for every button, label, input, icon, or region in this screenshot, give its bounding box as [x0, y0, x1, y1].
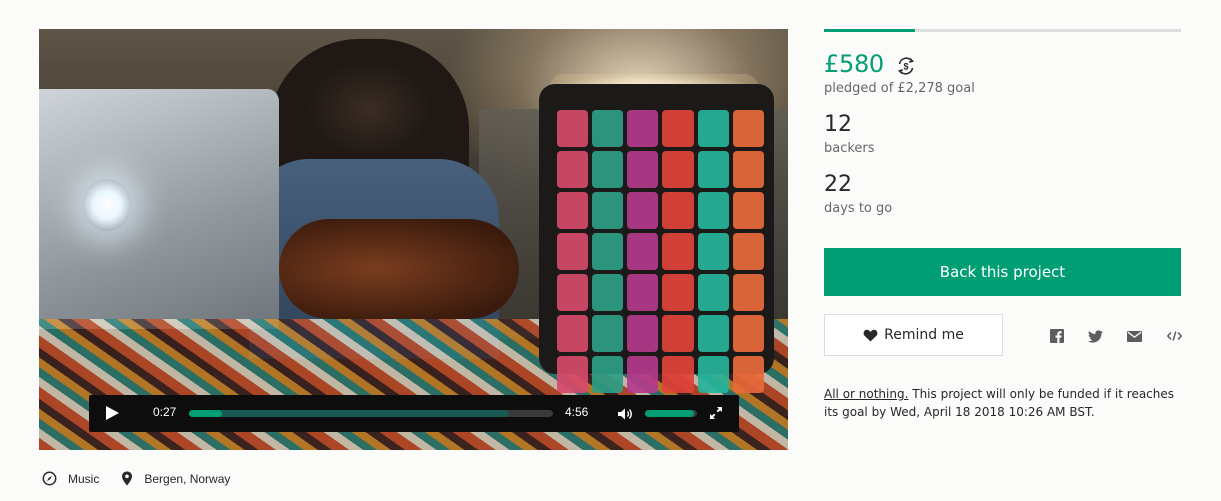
remind-me-label: Remind me	[884, 327, 964, 343]
pledged-goal-label: pledged of £2,278 goal	[824, 81, 975, 96]
twitter-icon[interactable]	[1087, 328, 1103, 344]
compass-icon	[42, 471, 57, 486]
embed-icon[interactable]	[1166, 328, 1182, 344]
funding-note: All or nothing. This project will only b…	[824, 385, 1181, 421]
svg-text:$: $	[903, 62, 908, 72]
facebook-icon[interactable]	[1049, 328, 1065, 344]
project-video[interactable]: 0:27 4:56	[39, 29, 788, 450]
project-meta: Music Bergen, Norway	[42, 471, 252, 486]
backers-count: 12	[824, 112, 852, 137]
fullscreen-icon[interactable]	[709, 406, 723, 420]
played-bar	[189, 410, 223, 417]
seek-bar[interactable]	[189, 410, 553, 417]
all-or-nothing-link[interactable]: All or nothing.	[824, 387, 908, 401]
volume-level	[645, 410, 695, 417]
category-label: Music	[68, 471, 100, 486]
days-label: days to go	[824, 201, 893, 216]
heart-icon	[863, 329, 878, 341]
buffer-bar	[189, 410, 510, 417]
days-count: 22	[824, 172, 852, 197]
video-frame	[39, 29, 788, 450]
volume-icon[interactable]	[617, 407, 633, 421]
map-pin-icon	[122, 471, 133, 486]
funding-progress-bar	[824, 29, 1181, 32]
remind-me-button[interactable]: Remind me	[824, 314, 1003, 356]
funding-progress-fill	[824, 29, 915, 32]
location-link[interactable]: Bergen, Norway	[121, 471, 230, 486]
backers-label: backers	[824, 141, 875, 156]
video-controls: 0:27 4:56	[89, 395, 739, 432]
volume-slider[interactable]	[645, 410, 697, 417]
pledged-amount: £580	[824, 50, 884, 78]
email-icon[interactable]	[1126, 328, 1142, 344]
location-label: Bergen, Norway	[144, 471, 231, 486]
current-time: 0:27	[153, 405, 177, 419]
play-icon[interactable]	[106, 406, 119, 420]
back-project-button[interactable]: Back this project	[824, 248, 1181, 296]
currency-conversion-icon[interactable]: $	[895, 55, 917, 77]
duration: 4:56	[565, 405, 589, 419]
category-link[interactable]: Music	[42, 471, 99, 486]
